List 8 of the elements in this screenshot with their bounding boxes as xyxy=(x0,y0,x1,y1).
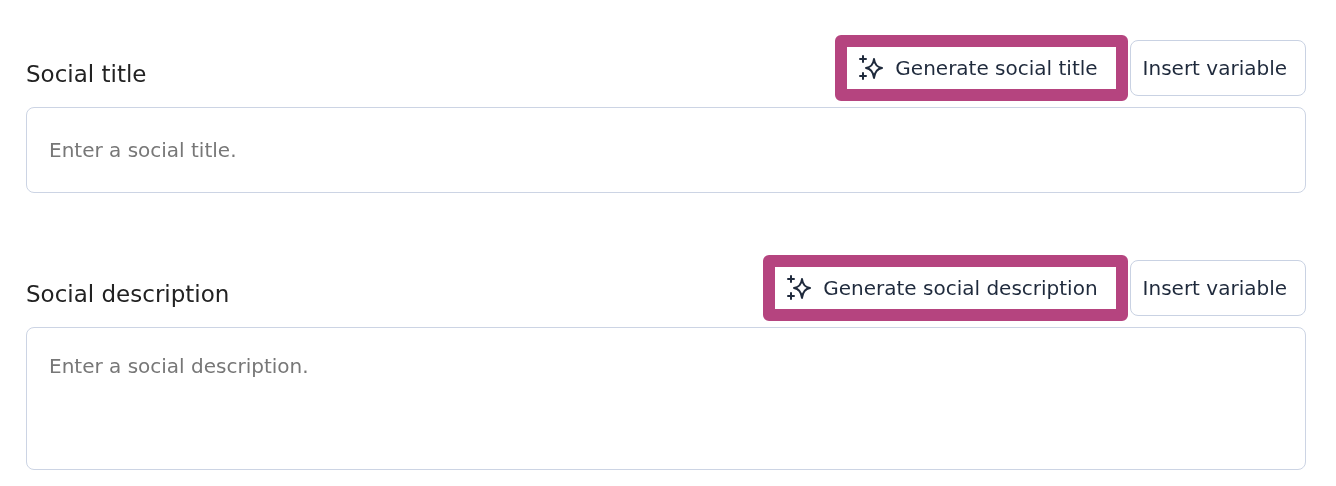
insert-variable-button[interactable]: Insert variable xyxy=(1129,40,1306,96)
sparkle-icon xyxy=(787,274,814,302)
sparkle-icon xyxy=(859,54,886,82)
insert-variable-button[interactable]: Insert variable xyxy=(1129,260,1306,316)
field-label: Social title xyxy=(26,60,147,87)
field-label: Social description xyxy=(26,280,230,307)
text-area[interactable]: Enter a social description. xyxy=(26,327,1306,470)
input-field[interactable]: Enter a social title. xyxy=(26,107,1306,193)
